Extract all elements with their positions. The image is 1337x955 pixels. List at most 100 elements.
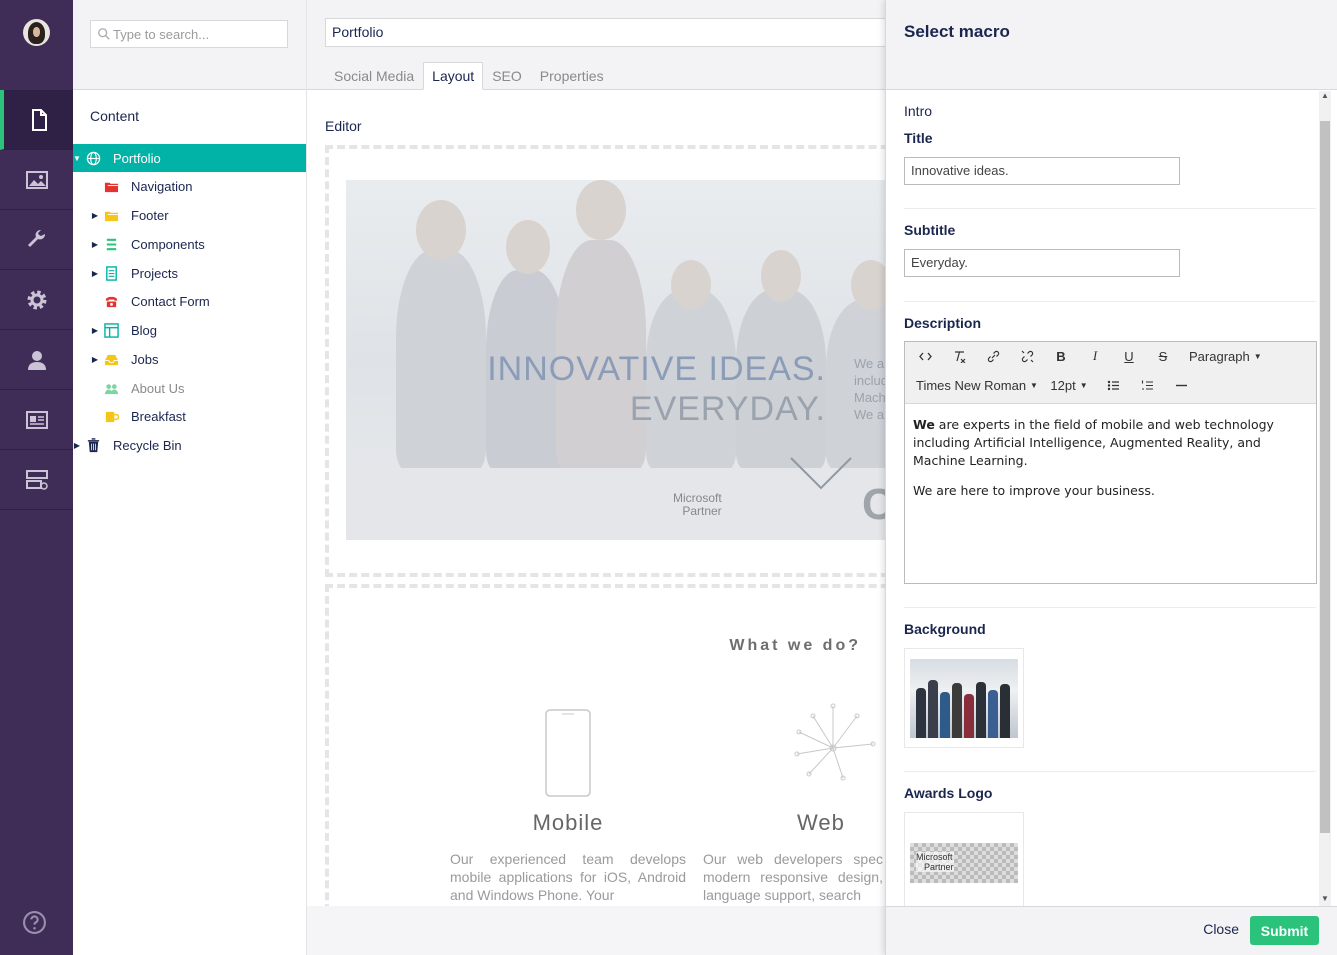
tab-properties[interactable]: Properties — [531, 62, 613, 90]
content-tree-panel: Content ▼ Portfolio Navigation ▶ Footer … — [73, 0, 307, 955]
document-icon — [31, 108, 47, 131]
editor-content: Editor INNOVATIVE IDEAS. EVERYDAY. We a … — [307, 90, 886, 906]
tree-heading: Content — [90, 108, 140, 124]
horizontal-rule-button[interactable] — [1167, 373, 1195, 397]
hero-line-1: INNOVATIVE IDEAS. — [487, 350, 826, 388]
tree-node-label: Footer — [131, 207, 169, 223]
tree-node-recycle-bin[interactable]: ▶ Recycle Bin — [73, 431, 306, 459]
caret-right-icon[interactable]: ▶ — [91, 269, 99, 278]
nav-content[interactable] — [0, 90, 73, 150]
submit-button[interactable]: Submit — [1250, 916, 1319, 945]
service-text: Our experienced team develops mobile app… — [450, 851, 686, 903]
tree-node-navigation[interactable]: Navigation — [73, 172, 306, 200]
bold-button[interactable]: B — [1047, 344, 1075, 368]
help-icon[interactable] — [22, 910, 47, 935]
microsoft-partner-logo: Microsoft Partner — [916, 852, 954, 872]
format-dropdown[interactable]: Paragraph ▼ — [1185, 344, 1265, 368]
strikethrough-button[interactable]: S — [1149, 344, 1177, 368]
subtitle-input[interactable]: Everyday. — [904, 249, 1180, 277]
horizontal-rule-icon — [1175, 384, 1187, 386]
clear-format-button[interactable] — [945, 344, 973, 368]
insert-link-button[interactable] — [979, 344, 1007, 368]
italic-button[interactable]: I — [1081, 344, 1109, 368]
title-input[interactable]: Innovative ideas. — [904, 157, 1180, 185]
tree-node-about-us[interactable]: About Us — [73, 374, 306, 402]
nav-developer[interactable] — [0, 270, 73, 330]
tree-node-breakfast[interactable]: Breakfast — [73, 402, 306, 430]
tree-node-label: Blog — [131, 322, 158, 338]
rte-toolbar: B I U S Paragraph ▼ Times New Roman ▼ 12pt… — [905, 342, 1316, 404]
inbox-icon — [103, 351, 119, 367]
font-family-dropdown[interactable]: Times New Roman ▼ — [911, 373, 1039, 397]
dialog-scrollbar[interactable]: ▲ ▼ — [1319, 91, 1331, 906]
caret-right-icon[interactable]: ▶ — [91, 211, 99, 220]
awards-logo-label: Awards Logo — [904, 785, 993, 801]
caret-right-icon[interactable]: ▶ — [73, 441, 81, 450]
phone-icon — [103, 293, 119, 309]
tree-node-components[interactable]: ▶ Components — [73, 230, 306, 258]
editor-tabs: Social Media Layout SEO Properties — [325, 62, 613, 90]
tree-node-label: Portfolio — [113, 150, 161, 166]
dialog-footer: Close Submit — [886, 906, 1337, 955]
numbered-list-button[interactable] — [1133, 373, 1161, 397]
tab-layout[interactable]: Layout — [423, 62, 484, 90]
nav-forms[interactable] — [0, 450, 73, 510]
remove-link-button[interactable] — [1013, 344, 1041, 368]
caret-right-icon[interactable]: ▶ — [91, 355, 99, 364]
editor-header: Portfolio Social Media Layout SEO Proper… — [307, 0, 925, 90]
team-photo — [910, 659, 1018, 738]
search-input[interactable] — [90, 20, 288, 48]
scroll-down-icon[interactable]: ▼ — [1319, 894, 1331, 906]
close-button[interactable]: Close — [1203, 921, 1239, 937]
underline-button[interactable]: U — [1115, 344, 1143, 368]
section-nav — [0, 0, 73, 955]
scrollbar-thumb[interactable] — [1320, 121, 1330, 833]
caret-right-icon[interactable]: ▶ — [91, 240, 99, 249]
folder-icon — [103, 207, 119, 223]
nav-members[interactable] — [0, 390, 73, 450]
grid-row-hero[interactable]: INNOVATIVE IDEAS. EVERYDAY. We are e inc… — [325, 145, 886, 577]
dialog-body[interactable]: Intro Title Innovative ideas. Subtitle E… — [886, 91, 1337, 906]
node-name-input[interactable]: Portfolio — [325, 18, 925, 47]
tree-node-jobs[interactable]: ▶ Jobs — [73, 345, 306, 373]
font-size-dropdown[interactable]: 12pt ▼ — [1045, 373, 1093, 397]
clear-format-icon — [954, 350, 965, 363]
tree-node-blog[interactable]: ▶ Blog — [73, 316, 306, 344]
awards-logo-picker[interactable]: Microsoft Partner — [904, 812, 1024, 906]
hero-line-2: EVERYDAY. — [629, 390, 826, 428]
tree-node-label: Projects — [131, 265, 178, 281]
nav-users[interactable] — [0, 330, 73, 390]
tree-node-footer[interactable]: ▶ Footer — [73, 201, 306, 229]
rte-content[interactable]: We are experts in the field of mobile an… — [905, 404, 1316, 512]
group-label: Intro — [904, 103, 933, 119]
nav-settings[interactable] — [0, 210, 73, 270]
scroll-up-icon[interactable]: ▲ — [1319, 91, 1331, 103]
hero-cut-text: Cl — [862, 480, 886, 529]
background-image-picker[interactable] — [904, 648, 1024, 748]
caret-down-icon[interactable]: ▼ — [73, 154, 81, 163]
tab-seo[interactable]: SEO — [483, 62, 531, 90]
bullet-list-button[interactable] — [1099, 373, 1127, 397]
bullet-list-icon — [1107, 380, 1119, 390]
background-label: Background — [904, 621, 986, 637]
caret-right-icon[interactable]: ▶ — [91, 326, 99, 335]
gear-icon — [27, 290, 46, 309]
nav-media[interactable] — [0, 150, 73, 210]
tree-node-projects[interactable]: ▶ Projects — [73, 259, 306, 287]
title-label: Title — [904, 130, 933, 146]
rich-text-editor: B I U S Paragraph ▼ Times New Roman ▼ 12pt… — [904, 341, 1317, 584]
source-code-button[interactable] — [911, 344, 939, 368]
user-avatar[interactable] — [23, 19, 50, 46]
numbered-list-icon — [1141, 380, 1153, 390]
editor-label: Editor — [325, 118, 362, 134]
document-list-icon — [103, 265, 119, 281]
list-icon — [103, 236, 119, 252]
service-title: Web — [797, 810, 845, 835]
mobile-phone-icon — [545, 709, 591, 797]
globe-icon — [85, 150, 101, 166]
id-card-icon — [25, 410, 48, 429]
tree-node-portfolio[interactable]: ▼ Portfolio — [73, 144, 306, 172]
tab-social-media[interactable]: Social Media — [325, 62, 423, 90]
tree-node-contact-form[interactable]: Contact Form — [73, 287, 306, 315]
description-label: Description — [904, 315, 982, 331]
